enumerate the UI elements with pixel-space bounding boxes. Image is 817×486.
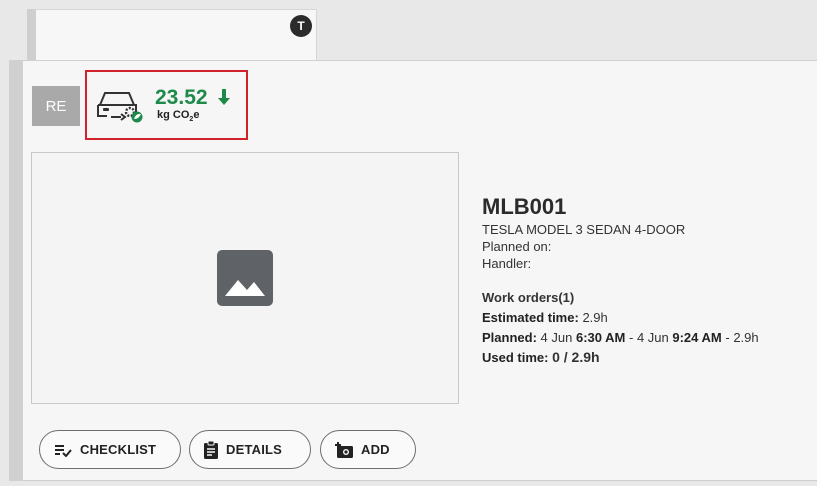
car-service-eco-icon bbox=[97, 92, 143, 123]
panel-accent-bar bbox=[9, 60, 23, 481]
co2-emission-widget[interactable]: 23.52 kg CO2e bbox=[85, 70, 248, 140]
add-photo-icon bbox=[335, 441, 353, 458]
tab-accent-bar bbox=[27, 9, 36, 60]
planned-on-label: Planned on: bbox=[482, 239, 552, 254]
vehicle-model: TESLA MODEL 3 SEDAN 4-DOOR bbox=[482, 222, 686, 237]
work-orders-label: Work orders(1) bbox=[482, 290, 575, 305]
planned-time: Planned: 4 Jun 6:30 AM - 4 Jun 9:24 AM -… bbox=[482, 330, 759, 345]
avatar[interactable]: T bbox=[290, 15, 312, 37]
clipboard-icon bbox=[204, 440, 218, 459]
estimated-time: Estimated time: 2.9h bbox=[482, 310, 608, 325]
arrow-down-icon bbox=[218, 89, 230, 105]
used-time: Used time: 0 / 2.9h bbox=[482, 349, 600, 365]
top-tab-card[interactable] bbox=[27, 9, 317, 60]
checklist-button[interactable]: CHECKLIST bbox=[39, 430, 181, 469]
vehicle-image-placeholder[interactable] bbox=[31, 152, 459, 404]
status-badge: RE bbox=[32, 86, 80, 126]
handler-label: Handler: bbox=[482, 256, 532, 271]
vehicle-plate: MLB001 bbox=[482, 194, 567, 219]
checklist-icon bbox=[55, 444, 72, 457]
co2-value: 23.52 bbox=[155, 86, 208, 109]
add-photo-button[interactable]: ADD bbox=[320, 430, 416, 469]
co2-unit: kg CO2e bbox=[157, 109, 200, 124]
image-icon bbox=[217, 250, 273, 306]
details-button[interactable]: DETAILS bbox=[189, 430, 311, 469]
